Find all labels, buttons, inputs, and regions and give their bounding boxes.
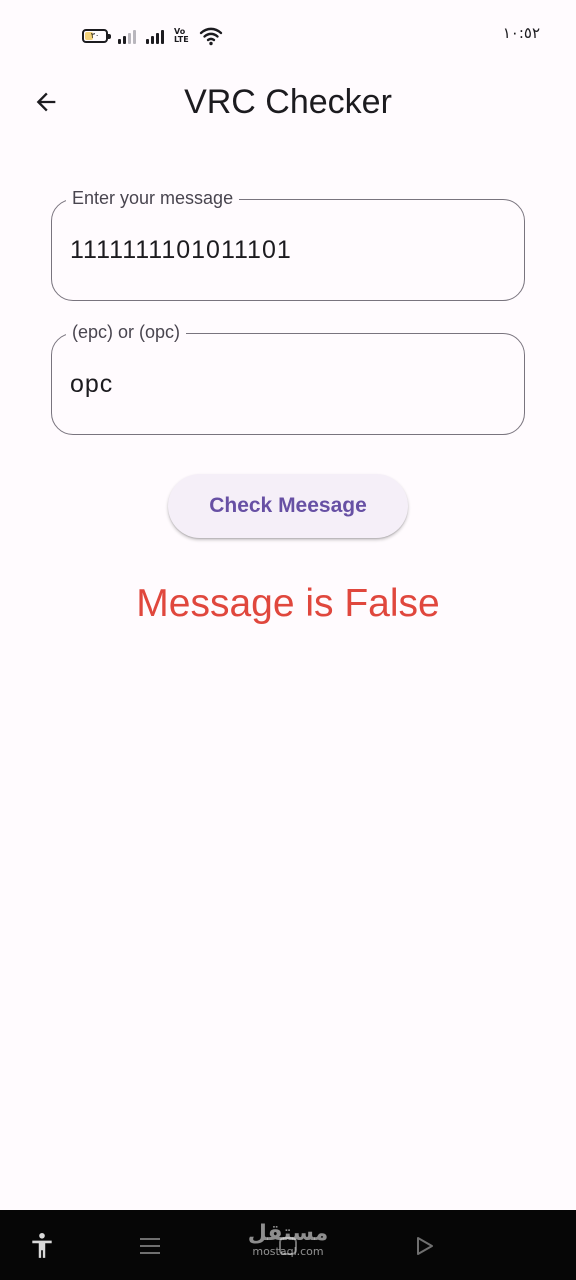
play-icon — [417, 1237, 433, 1255]
parity-type-field[interactable]: (epc) or (opc) — [51, 321, 525, 435]
signal-1-icon — [118, 28, 136, 44]
message-field[interactable]: Enter your message — [51, 187, 525, 301]
nav-back-button[interactable] — [406, 1228, 442, 1264]
status-icons: ٣٠ Vo LTE — [82, 24, 223, 48]
page-title: VRC Checker — [184, 83, 392, 121]
message-input[interactable] — [70, 230, 506, 270]
bottom-navigation-bar: مستقل mostaql.com — [0, 1210, 576, 1280]
wifi-icon — [199, 27, 222, 46]
signal-2-icon — [146, 28, 164, 44]
battery-icon: ٣٠ — [82, 29, 111, 43]
accessibility-icon — [32, 1232, 52, 1258]
menu-button[interactable] — [132, 1228, 168, 1264]
accessibility-button[interactable] — [24, 1228, 60, 1264]
volte-bottom-label: LTE — [174, 35, 189, 44]
battery-level: ٣٠ — [90, 31, 100, 40]
check-message-button[interactable]: Check Meesage — [168, 474, 408, 538]
result-text: Message is False — [136, 582, 440, 625]
parity-type-input[interactable] — [70, 364, 506, 404]
status-bar: ٣٠ Vo LTE ١٠:٥٢ — [0, 0, 576, 70]
home-button[interactable] — [270, 1228, 306, 1264]
menu-icon — [140, 1238, 160, 1254]
volte-icon: Vo LTE — [174, 28, 189, 44]
message-field-label: Enter your message — [66, 187, 240, 209]
home-icon — [279, 1237, 297, 1255]
parity-type-field-label: (epc) or (opc) — [66, 321, 187, 343]
app-bar: VRC Checker — [0, 70, 576, 134]
status-time: ١٠:٥٢ — [502, 24, 540, 42]
